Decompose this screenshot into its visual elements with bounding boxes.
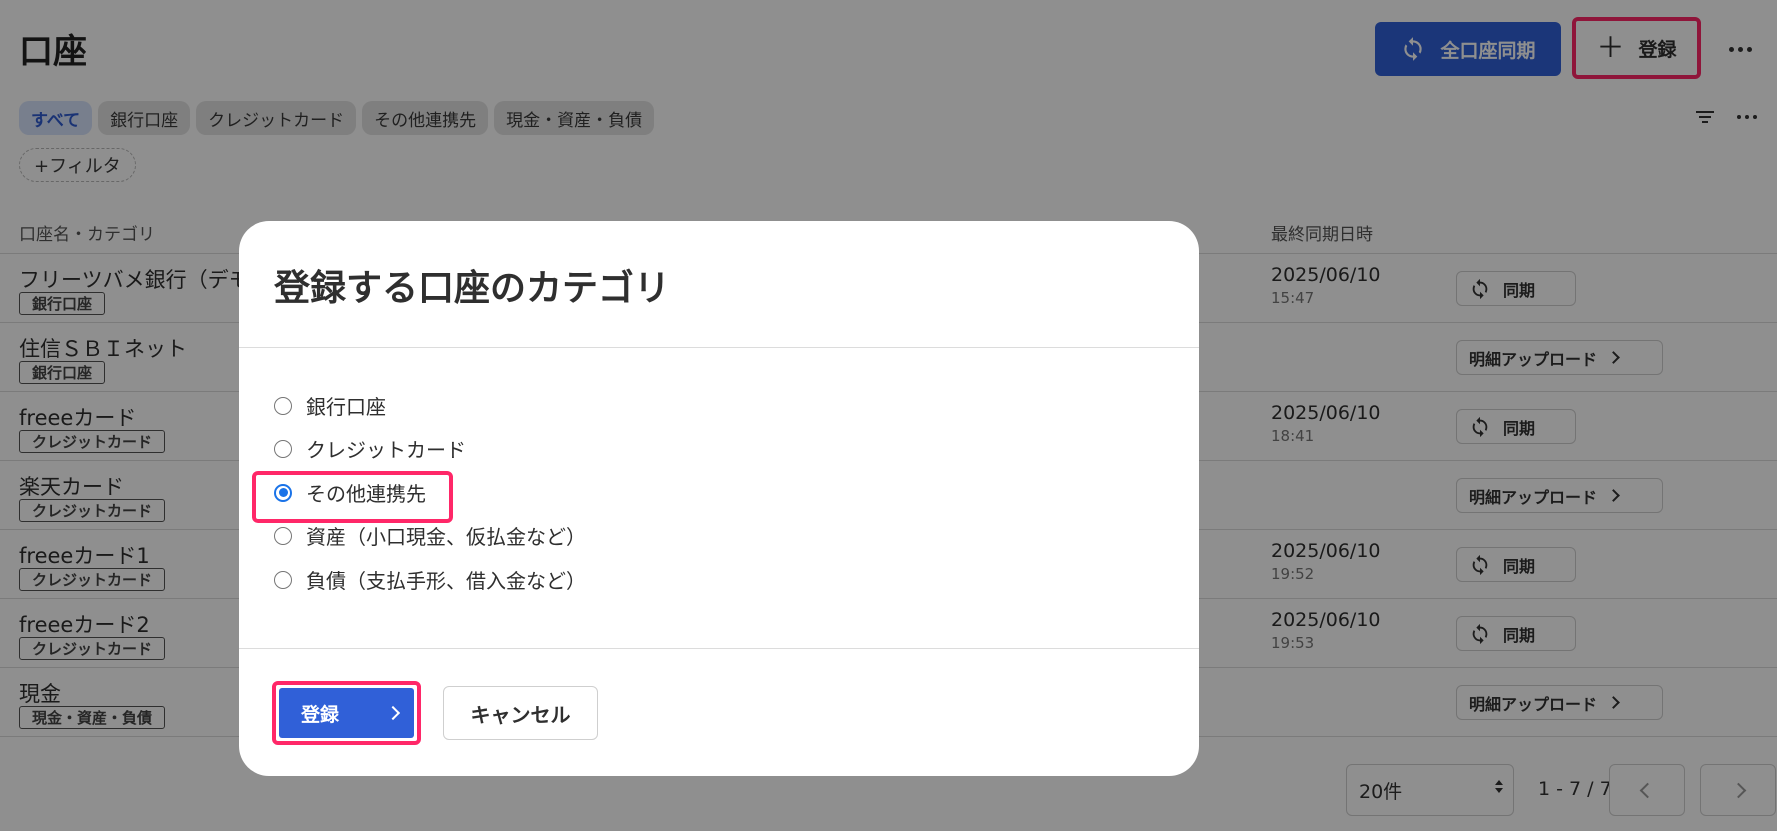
option-label: 負債（支払手形、借入金など） <box>306 569 586 593</box>
option-label: クレジットカード <box>306 438 466 462</box>
option-assets[interactable]: 資産（小口現金、仮払金など） <box>274 521 586 550</box>
modal-title: 登録する口座のカテゴリ <box>274 268 671 309</box>
submit-register-button[interactable]: 登録 <box>279 688 414 738</box>
radio-button[interactable] <box>274 570 292 589</box>
option-label: 銀行口座 <box>306 395 386 419</box>
option-liabilities[interactable]: 負債（支払手形、借入金など） <box>274 565 586 594</box>
submit-highlight: 登録 <box>272 681 421 745</box>
chevron-right-icon <box>385 705 401 721</box>
category-modal: 登録する口座のカテゴリ 銀行口座 クレジットカード その他連携先 資産（小口現金… <box>239 221 1199 776</box>
radio-button[interactable] <box>274 439 292 458</box>
selection-highlight <box>252 471 453 523</box>
option-credit-card[interactable]: クレジットカード <box>274 434 466 463</box>
option-bank[interactable]: 銀行口座 <box>274 391 386 420</box>
radio-button[interactable] <box>274 526 292 545</box>
option-label: 資産（小口現金、仮払金など） <box>306 525 586 549</box>
submit-label: 登録 <box>301 703 340 726</box>
cancel-button[interactable]: キャンセル <box>443 686 598 740</box>
radio-button[interactable] <box>274 396 292 415</box>
divider <box>239 648 1199 649</box>
divider <box>239 347 1199 348</box>
